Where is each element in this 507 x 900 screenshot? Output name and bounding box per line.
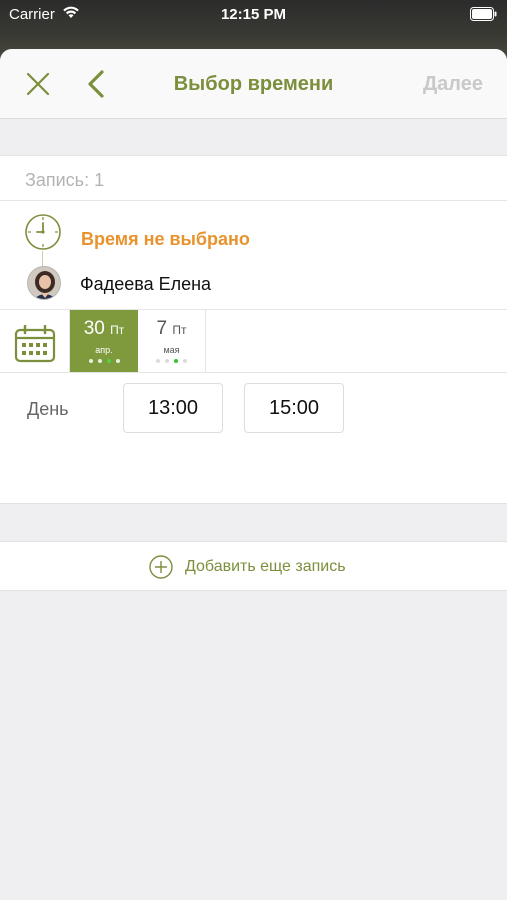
availability-dots [70, 359, 138, 365]
navigation-bar: Выбор времени Далее [0, 49, 507, 119]
next-button[interactable]: Далее [423, 73, 483, 96]
status-time: 12:15 PM [220, 6, 287, 23]
add-entry-button[interactable]: Добавить еще запись [0, 541, 507, 591]
day-period-label: День [27, 399, 69, 419]
close-icon[interactable] [26, 72, 50, 96]
date-day: 7 Пт [156, 318, 187, 339]
date-weekday: Пт [110, 323, 125, 337]
date-month: мая [163, 345, 180, 355]
divider [0, 200, 507, 201]
status-bar: Carrier 12:15 PM [0, 0, 507, 30]
add-entry-label: Добавить еще запись [185, 558, 346, 575]
time-slot-button[interactable]: 13:00 [123, 383, 223, 433]
date-cell-7[interactable]: 7 Пт мая [138, 310, 206, 372]
entry-number-label: Запись: 1 [25, 170, 105, 190]
time-selection-sheet: Выбор времени Далее Запись: 1 Время не в… [0, 49, 507, 900]
booking-entry-card: Запись: 1 Время не выбрано Фадеева Елена… [0, 155, 507, 504]
back-chevron-icon[interactable] [85, 69, 107, 99]
availability-dots [138, 359, 205, 365]
date-cell-30[interactable]: 30 Пт апр. [70, 310, 138, 372]
time-status-label[interactable]: Время не выбрано [81, 229, 250, 250]
time-slot-button[interactable]: 15:00 [244, 383, 344, 433]
staff-name[interactable]: Фадеева Елена [80, 274, 211, 295]
date-month: апр. [95, 345, 113, 355]
staff-avatar [27, 266, 61, 300]
avatar-photo [28, 267, 60, 299]
divider [0, 372, 507, 373]
calendar-icon[interactable] [14, 325, 56, 363]
page-title: Выбор времени [173, 73, 334, 95]
battery-icon [470, 7, 497, 21]
date-day: 30 Пт [83, 318, 125, 339]
plus-circle-icon [149, 555, 173, 579]
clock-icon [25, 214, 61, 250]
date-weekday: Пт [172, 323, 187, 337]
